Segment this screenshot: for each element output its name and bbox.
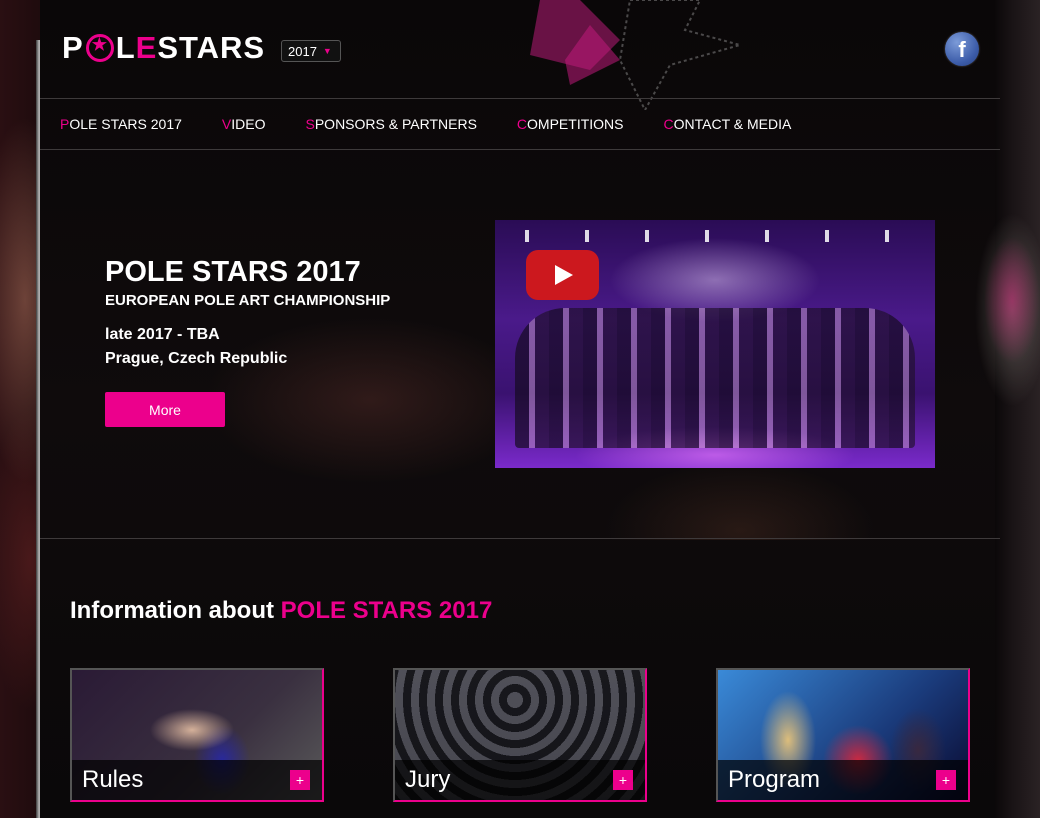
- nav-item-pole-stars-2017[interactable]: POLE STARS 2017: [60, 116, 182, 132]
- logo-star-icon: [85, 34, 114, 62]
- logo-text-l: L: [115, 30, 136, 65]
- nav-item-label: OMPETITIONS: [527, 116, 624, 132]
- hero-title: POLE STARS 2017: [105, 256, 361, 288]
- stage-lights: [495, 230, 935, 242]
- hero-subtitle: EUROPEAN POLE ART CHAMPIONSHIP: [105, 292, 391, 309]
- nav-item-contact-media[interactable]: CONTACT & MEDIA: [664, 116, 792, 132]
- logo-text-p: P: [62, 30, 84, 65]
- info-heading-text: Information about: [70, 597, 281, 624]
- card-program[interactable]: Program +: [716, 668, 970, 802]
- more-button[interactable]: More: [105, 392, 225, 427]
- video-thumbnail-performers: [515, 308, 915, 448]
- star-decoration: [530, 0, 744, 110]
- nav-item-sponsors-partners[interactable]: SPONSORS & PARTNERS: [306, 116, 477, 132]
- logo-text-stars: STARS: [157, 30, 266, 65]
- card-label: Jury: [405, 766, 451, 793]
- event-date: late 2017 - TBA: [105, 326, 220, 343]
- card-jury[interactable]: Jury +: [393, 668, 647, 802]
- nav-item-initial: C: [663, 116, 674, 132]
- play-icon[interactable]: [526, 250, 599, 300]
- logo-text-e: E: [135, 30, 158, 65]
- plus-icon[interactable]: +: [936, 770, 956, 790]
- plus-icon[interactable]: +: [290, 770, 310, 790]
- nav-item-initial: P: [60, 116, 70, 132]
- info-heading-accent: POLE STARS 2017: [280, 597, 493, 624]
- plus-icon[interactable]: +: [613, 770, 633, 790]
- nav-item-video[interactable]: VIDEO: [222, 116, 266, 132]
- nav-item-label: IDEO: [231, 116, 266, 132]
- year-select-value: 2017: [288, 43, 317, 59]
- caret-down-icon: ▼: [322, 46, 332, 56]
- pole-stars-logo[interactable]: P L E STARS: [62, 30, 265, 66]
- card-rules[interactable]: Rules +: [70, 668, 324, 802]
- nav-item-label: OLE STARS 2017: [69, 116, 182, 132]
- nav-item-initial: S: [305, 116, 315, 132]
- main-navigation: POLE STARS 2017 VIDEO SPONSORS & PARTNER…: [40, 98, 1000, 150]
- nav-item-initial: V: [221, 116, 232, 132]
- video-player[interactable]: [495, 220, 935, 468]
- event-location: Prague, Czech Republic: [105, 350, 288, 367]
- nav-item-label: PONSORS & PARTNERS: [314, 116, 477, 132]
- card-label: Program: [728, 766, 821, 793]
- right-dancer-artwork: [952, 150, 1040, 450]
- nav-item-competitions[interactable]: COMPETITIONS: [517, 116, 624, 132]
- section-divider: [40, 538, 1000, 539]
- year-select[interactable]: 2017 ▼: [281, 40, 341, 62]
- card-label: Rules: [82, 766, 144, 793]
- nav-item-initial: C: [516, 116, 528, 132]
- nav-item-label: ONTACT & MEDIA: [673, 116, 792, 132]
- facebook-icon[interactable]: f: [945, 32, 979, 66]
- info-heading: Information about POLE STARS 2017: [70, 597, 492, 625]
